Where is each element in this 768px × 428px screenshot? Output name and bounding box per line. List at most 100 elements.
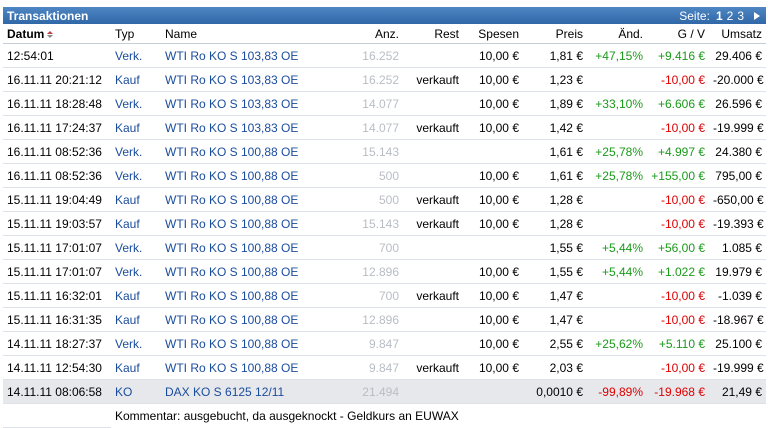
table-row: 14.11.11 18:27:37 Verk. WTI Ro KO S 100,88…: [3, 331, 766, 356]
cell-typ[interactable]: Kauf: [111, 283, 161, 308]
cell-typ[interactable]: Verk.: [111, 259, 161, 284]
cell-typ[interactable]: Verk.: [111, 331, 161, 356]
cell-rest: verkauft: [403, 211, 463, 236]
column-header-datum-label: Datum: [7, 26, 45, 41]
cell-datum: 15.11.11 16:31:35: [3, 307, 111, 332]
cell-typ[interactable]: Verk.: [111, 43, 161, 68]
cell-datum: 14.11.11 18:27:37: [3, 331, 111, 356]
cell-name[interactable]: WTI Ro KO S 100,88 OE: [161, 211, 341, 236]
cell-aend: +5,44%: [587, 259, 647, 284]
cell-typ[interactable]: Kauf: [111, 211, 161, 236]
table-row: 15.11.11 19:03:57 Kauf WTI Ro KO S 100,88 …: [3, 211, 766, 236]
cell-name[interactable]: WTI Ro KO S 100,88 OE: [161, 187, 341, 212]
column-header-datum[interactable]: Datum: [3, 24, 111, 44]
cell-typ[interactable]: Kauf: [111, 67, 161, 92]
column-header-typ[interactable]: Typ: [111, 24, 161, 44]
sort-icon[interactable]: [47, 30, 54, 38]
cell-preis: 1,47 €: [523, 307, 587, 332]
panel-title: Transaktionen: [7, 8, 89, 23]
transactions-table: Datum Typ Name Anz. Rest Spesen Preis Än…: [3, 24, 766, 428]
table-row: 16.11.11 20:21:12 Kauf WTI Ro KO S 103,83 …: [3, 67, 766, 92]
cell-typ[interactable]: Verk.: [111, 91, 161, 116]
cell-gv: +4.997 €: [647, 139, 709, 164]
cell-aend: +33,10%: [587, 91, 647, 116]
cell-name[interactable]: WTI Ro KO S 103,83 OE: [161, 115, 341, 140]
cell-name[interactable]: WTI Ro KO S 103,83 OE: [161, 67, 341, 92]
cell-umsatz: 25.100 €: [709, 331, 766, 356]
pagination: Seite: 1 2 3: [679, 9, 760, 23]
table-row: 14.11.11 12:54:30 Kauf WTI Ro KO S 100,88 …: [3, 355, 766, 380]
comment-row: Kommentar: ausgebucht, da ausgeknockt - …: [3, 403, 766, 428]
cell-preis: 1,28 €: [523, 211, 587, 236]
cell-preis: 1,28 €: [523, 187, 587, 212]
cell-name[interactable]: WTI Ro KO S 103,83 OE: [161, 43, 341, 68]
cell-name[interactable]: WTI Ro KO S 100,88 OE: [161, 139, 341, 164]
cell-anz: 12.896: [341, 307, 403, 332]
cell-umsatz: -19.999 €: [709, 355, 766, 380]
cell-name[interactable]: WTI Ro KO S 100,88 OE: [161, 259, 341, 284]
cell-preis: 2,03 €: [523, 355, 587, 380]
column-header-gv[interactable]: G / V: [647, 24, 709, 44]
column-header-aend[interactable]: Änd.: [587, 24, 647, 44]
cell-aend: +47,15%: [587, 43, 647, 68]
cell-gv: +155,00 €: [647, 163, 709, 188]
cell-umsatz: 795,00 €: [709, 163, 766, 188]
cell-spesen: 10,00 €: [463, 259, 523, 284]
cell-anz: 12.896: [341, 259, 403, 284]
column-header-preis[interactable]: Preis: [523, 24, 587, 44]
cell-anz: 500: [341, 187, 403, 212]
column-header-anz[interactable]: Anz.: [341, 24, 403, 44]
cell-name[interactable]: WTI Ro KO S 100,88 OE: [161, 283, 341, 308]
cell-umsatz: -1.039 €: [709, 283, 766, 308]
cell-datum: 16.11.11 08:52:36: [3, 163, 111, 188]
cell-datum: 16.11.11 17:24:37: [3, 115, 111, 140]
transactions-panel: Transaktionen Seite: 1 2 3 Datum Typ Nam…: [3, 7, 766, 428]
cell-typ[interactable]: KO: [111, 379, 161, 404]
page-3-link[interactable]: 3: [737, 9, 744, 23]
cell-aend: -99,89%: [587, 379, 647, 404]
cell-datum: 14.11.11 08:06:58: [3, 379, 111, 404]
pagination-label: Seite:: [679, 8, 710, 23]
cell-typ[interactable]: Kauf: [111, 115, 161, 140]
page-2-link[interactable]: 2: [727, 9, 734, 23]
cell-umsatz: 1.085 €: [709, 235, 766, 260]
cell-name[interactable]: WTI Ro KO S 100,88 OE: [161, 331, 341, 356]
column-header-umsatz[interactable]: Umsatz: [709, 24, 766, 44]
cell-name[interactable]: WTI Ro KO S 100,88 OE: [161, 235, 341, 260]
cell-spesen: 10,00 €: [463, 283, 523, 308]
cell-typ[interactable]: Kauf: [111, 355, 161, 380]
cell-name[interactable]: WTI Ro KO S 100,88 OE: [161, 307, 341, 332]
cell-spesen: 10,00 €: [463, 163, 523, 188]
cell-rest: [403, 43, 463, 68]
cell-rest: verkauft: [403, 67, 463, 92]
cell-name[interactable]: WTI Ro KO S 100,88 OE: [161, 355, 341, 380]
cell-gv: -10,00 €: [647, 355, 709, 380]
cell-spesen: 10,00 €: [463, 331, 523, 356]
cell-datum: 15.11.11 19:04:49: [3, 187, 111, 212]
cell-anz: 16.252: [341, 67, 403, 92]
table-row: 15.11.11 16:32:01 Kauf WTI Ro KO S 100,88 …: [3, 283, 766, 308]
cell-typ[interactable]: Verk.: [111, 163, 161, 188]
cell-typ[interactable]: Verk.: [111, 235, 161, 260]
cell-datum: 15.11.11 17:01:07: [3, 259, 111, 284]
cell-name[interactable]: DAX KO S 6125 12/11: [161, 379, 341, 404]
cell-aend: [587, 115, 647, 140]
column-header-spesen[interactable]: Spesen: [463, 24, 523, 44]
next-page-icon[interactable]: [754, 11, 760, 20]
table-row: 16.11.11 17:24:37 Kauf WTI Ro KO S 103,83 …: [3, 115, 766, 140]
cell-umsatz: 21,49 €: [709, 379, 766, 404]
cell-datum: 16.11.11 08:52:36: [3, 139, 111, 164]
cell-name[interactable]: WTI Ro KO S 100,88 OE: [161, 163, 341, 188]
cell-typ[interactable]: Kauf: [111, 307, 161, 332]
column-header-rest[interactable]: Rest: [403, 24, 463, 44]
cell-umsatz: -18.967 €: [709, 307, 766, 332]
cell-name[interactable]: WTI Ro KO S 103,83 OE: [161, 91, 341, 116]
column-header-name[interactable]: Name: [161, 24, 341, 44]
page-1-link[interactable]: 1: [716, 9, 723, 23]
cell-datum: 12:54:01: [3, 43, 111, 68]
cell-typ[interactable]: Verk.: [111, 139, 161, 164]
cell-rest: [403, 307, 463, 332]
cell-gv: -10,00 €: [647, 283, 709, 308]
cell-umsatz: 29.406 €: [709, 43, 766, 68]
cell-typ[interactable]: Kauf: [111, 187, 161, 212]
